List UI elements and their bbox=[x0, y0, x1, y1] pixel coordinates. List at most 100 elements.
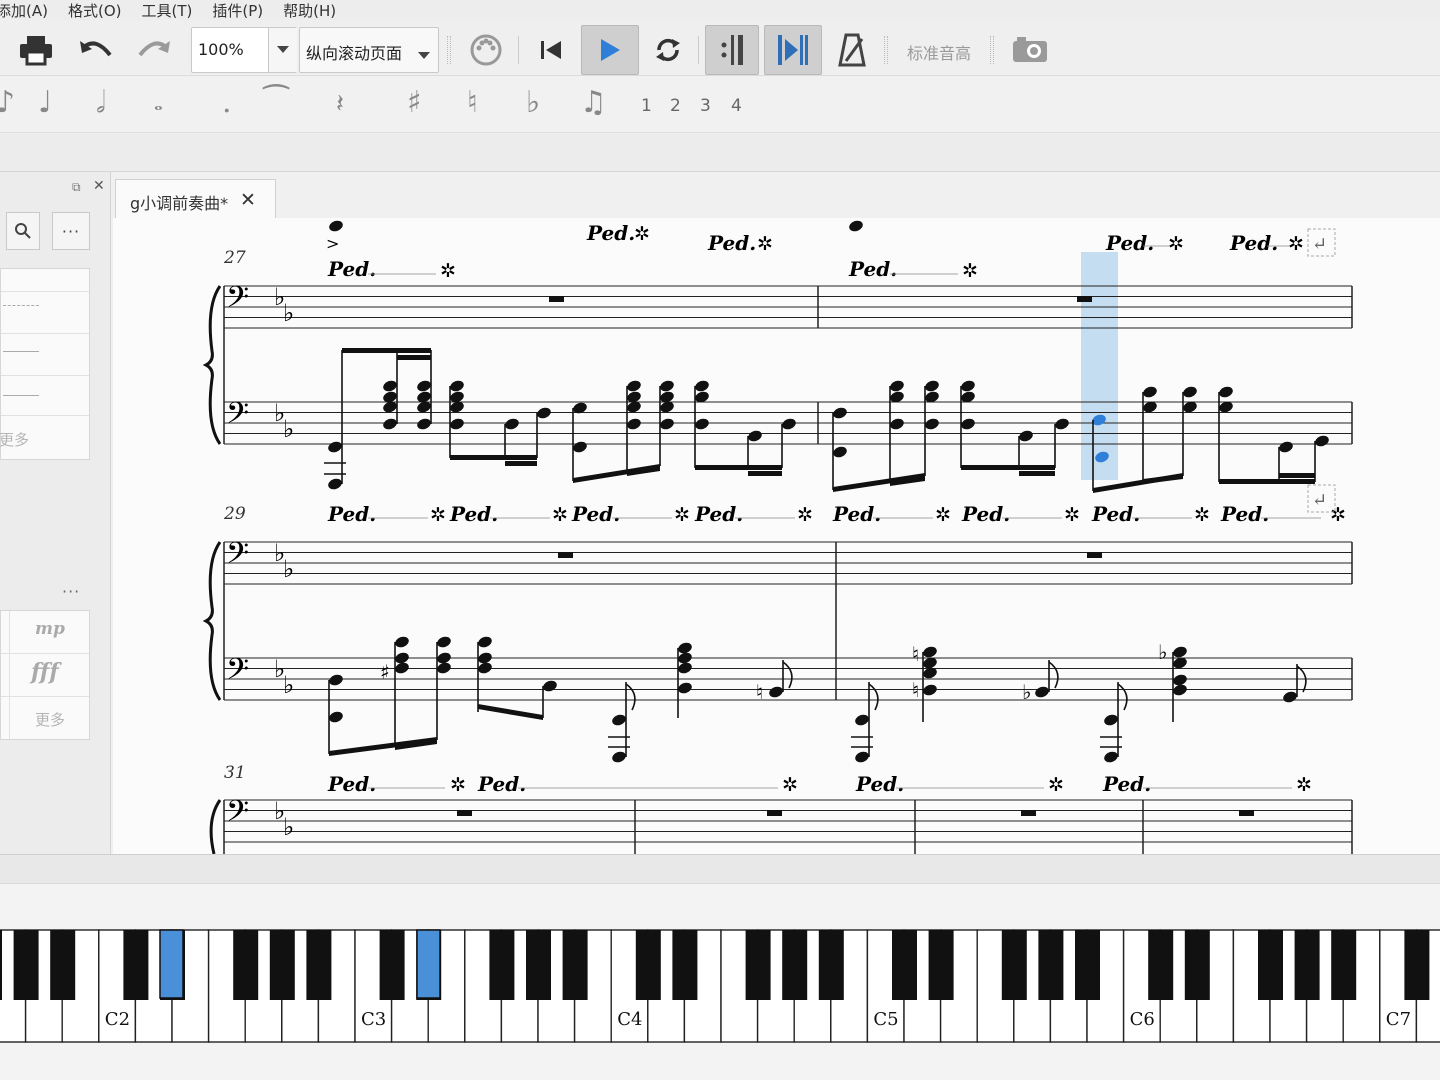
loop-button[interactable] bbox=[646, 30, 690, 70]
palette-line-item[interactable] bbox=[3, 305, 39, 306]
piano-black-key[interactable] bbox=[672, 930, 698, 1000]
float-panel-icon[interactable]: ⧉ bbox=[72, 180, 81, 195]
notehead bbox=[383, 418, 397, 430]
play-repeats-button[interactable] bbox=[705, 25, 759, 75]
piano-black-key[interactable] bbox=[635, 930, 661, 1000]
palette-menu-button[interactable]: ··· bbox=[52, 212, 90, 250]
whole-note-button[interactable]: 𝅝 bbox=[154, 91, 163, 116]
piano-black-key[interactable] bbox=[1038, 930, 1064, 1000]
piano-black-key[interactable] bbox=[1294, 930, 1320, 1000]
augmentation-dot-button[interactable]: . bbox=[222, 85, 232, 120]
rewind-button[interactable] bbox=[530, 30, 572, 70]
quarter-note-button[interactable]: ♩ bbox=[38, 85, 52, 120]
piano-black-key[interactable] bbox=[50, 930, 76, 1000]
menu-format[interactable]: 格式(O) bbox=[68, 0, 122, 21]
sharp-button[interactable]: ♯ bbox=[407, 85, 422, 120]
piano-black-key[interactable] bbox=[1184, 930, 1210, 1000]
tie-button[interactable]: ⁀ bbox=[264, 85, 288, 120]
dynamics-section-menu[interactable]: ··· bbox=[62, 582, 80, 601]
zoom-select[interactable]: 100% bbox=[191, 27, 297, 73]
voice-4-button[interactable]: 4 bbox=[731, 96, 742, 116]
musescore-window: 添加(A) 格式(O) 工具(T) 插件(P) 帮助(H) 100% 纵向滚动页… bbox=[0, 0, 1440, 1080]
piano-black-key[interactable] bbox=[782, 930, 808, 1000]
flip-direction-button[interactable]: ♫ bbox=[580, 85, 607, 120]
dynamic-mp-item[interactable]: mp bbox=[35, 619, 65, 639]
close-panel-icon[interactable]: ✕ bbox=[93, 178, 105, 194]
score-tab[interactable]: g小调前奏曲* ✕ bbox=[115, 179, 276, 218]
piano-black-key[interactable] bbox=[379, 930, 405, 1000]
piano-keyboard[interactable]: C2 C3 C4 C5 C6 C7 bbox=[0, 884, 1440, 1080]
flat-button[interactable]: ♭ bbox=[526, 85, 540, 120]
piano-black-key[interactable] bbox=[489, 930, 515, 1000]
piano-key-highlighted[interactable] bbox=[416, 929, 441, 999]
half-note-button[interactable]: 𝅗𝅥 bbox=[96, 85, 106, 120]
beam bbox=[397, 355, 431, 360]
piano-black-key[interactable] bbox=[1258, 930, 1283, 1000]
voice-2-button[interactable]: 2 bbox=[670, 96, 681, 116]
piano-black-key[interactable] bbox=[306, 930, 332, 1000]
flat-sign: ♭ bbox=[283, 415, 294, 443]
zoom-dropdown-button[interactable] bbox=[268, 28, 297, 72]
view-mode-select[interactable]: 纵向滚动页面 bbox=[299, 27, 439, 73]
notehead bbox=[328, 441, 342, 453]
eighth-note-button[interactable]: ♪ bbox=[0, 85, 15, 120]
piano-black-key[interactable] bbox=[562, 930, 588, 1000]
piano-black-key[interactable] bbox=[745, 930, 771, 1000]
palette-line-item[interactable] bbox=[3, 395, 39, 396]
beam bbox=[961, 465, 1055, 470]
pedal-mark: Ped. bbox=[586, 221, 635, 245]
notehead bbox=[961, 418, 975, 430]
piano-black-key[interactable] bbox=[1148, 930, 1174, 1000]
notehead bbox=[833, 407, 847, 419]
palette-lines-grid: 更多 bbox=[0, 268, 90, 460]
natural-sign: ♮ bbox=[756, 680, 763, 704]
piano-black-key[interactable] bbox=[1075, 930, 1100, 1000]
voice-1-button[interactable]: 1 bbox=[641, 96, 652, 116]
piano-black-key[interactable] bbox=[13, 930, 39, 1000]
pedal-release-mark: ✲ bbox=[782, 774, 798, 796]
rest-button[interactable]: 𝄽 bbox=[336, 89, 344, 120]
whole-rest bbox=[1077, 296, 1092, 302]
piano-black-key[interactable] bbox=[892, 930, 917, 1000]
notehead bbox=[1055, 418, 1069, 430]
palette-more-link[interactable]: 更多 bbox=[35, 709, 65, 730]
menu-tools[interactable]: 工具(T) bbox=[141, 0, 192, 21]
pedal-release-mark: ✲ bbox=[797, 504, 813, 526]
piano-black-key[interactable] bbox=[123, 930, 149, 1000]
print-button[interactable] bbox=[14, 30, 58, 70]
piano-black-key[interactable] bbox=[269, 930, 295, 1000]
piano-black-key[interactable] bbox=[1404, 930, 1430, 1000]
menu-add[interactable]: 添加(A) bbox=[0, 0, 48, 21]
redo-button[interactable] bbox=[132, 30, 176, 70]
piano-key-highlighted[interactable] bbox=[159, 929, 184, 999]
midi-input-button[interactable] bbox=[464, 30, 508, 70]
piano-black-key[interactable] bbox=[1331, 930, 1357, 1000]
image-capture-button[interactable] bbox=[1008, 32, 1052, 68]
piano-black-key[interactable] bbox=[928, 930, 954, 1000]
piano-black-key[interactable] bbox=[233, 930, 259, 1000]
palette-search-button[interactable] bbox=[6, 212, 40, 250]
toolbar-separator bbox=[447, 36, 451, 64]
horizontal-scrollbar[interactable] bbox=[0, 854, 1440, 884]
beam bbox=[450, 455, 537, 460]
piano-black-key[interactable] bbox=[0, 930, 2, 1000]
voice-3-button[interactable]: 3 bbox=[700, 96, 711, 116]
play-button[interactable] bbox=[581, 25, 639, 75]
palette-more-link[interactable]: 更多 bbox=[0, 429, 29, 450]
close-tab-icon[interactable]: ✕ bbox=[240, 189, 256, 211]
undo-button[interactable] bbox=[74, 30, 118, 70]
piano-black-key[interactable] bbox=[818, 930, 844, 1000]
palette-dynamics-grid: mp fff 更多 bbox=[0, 610, 90, 740]
menu-help[interactable]: 帮助(H) bbox=[283, 0, 336, 21]
piano-black-key[interactable] bbox=[526, 930, 551, 1000]
dynamic-fff-item[interactable]: fff bbox=[31, 659, 59, 685]
palette-line-item[interactable] bbox=[3, 351, 39, 352]
pan-score-button[interactable] bbox=[764, 25, 822, 75]
menu-plugins[interactable]: 插件(P) bbox=[212, 0, 263, 21]
pedal-mark: Ped. bbox=[832, 502, 881, 526]
score-canvas[interactable]: > Ped. ✲ Ped. ✲ Ped. ✲ Ped. ✲ ↵ 27 Ped. ✲ Ped. ✲ 𝄢 ♭ ♭ 𝄢 ♭ ♭… bbox=[113, 218, 1440, 854]
concert-pitch-toggle[interactable]: 标准音高 bbox=[907, 40, 971, 64]
metronome-button[interactable] bbox=[830, 30, 874, 70]
natural-button[interactable]: ♮ bbox=[467, 85, 478, 120]
piano-black-key[interactable] bbox=[1001, 930, 1027, 1000]
